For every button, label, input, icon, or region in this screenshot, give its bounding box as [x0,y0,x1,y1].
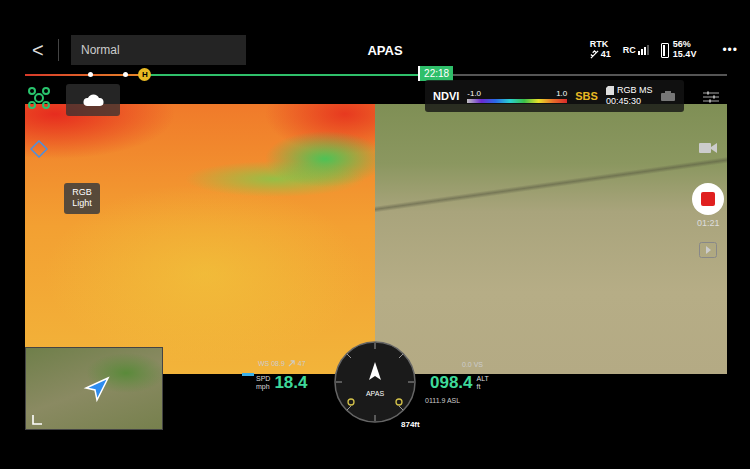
more-button[interactable]: ••• [722,43,738,57]
flight-mode[interactable]: Normal [71,35,246,65]
map-corner-icon[interactable] [31,414,43,426]
signal-bar [644,47,646,55]
compass-dial-icon [333,340,417,424]
compass: APAS [333,340,417,424]
ndvi-legend: NDVI-1.01.0SBSRGB MS00:45:30 [425,80,684,112]
back-button[interactable]: < [32,39,46,62]
timeline-dot [88,72,93,77]
wind-speed: WS 08.947 [258,360,306,367]
record-button[interactable] [692,183,724,215]
display-mode[interactable]: SBS [575,90,598,102]
weather-button[interactable] [66,84,120,116]
flight-screen: < Normal APAS RTK41 RC 56%15.4V ••• H 22:18 RGB L… [0,0,750,469]
camera-view [25,104,727,374]
speed-pointer-icon [242,373,254,376]
rgb-light-button[interactable]: RGB Light [64,183,100,214]
cloud-icon [82,93,104,107]
timeline-dot [123,72,128,77]
mini-map[interactable] [25,347,163,430]
signal-bar [638,51,640,55]
rc-signal: RC [623,45,649,55]
satellite-icon [590,50,599,59]
wind-direction-icon [288,360,295,367]
top-bar: < Normal APAS RTK41 RC 56%15.4V ••• [0,34,750,66]
title: APAS [359,43,410,58]
drone-icon[interactable] [27,86,51,110]
diamond-icon[interactable] [30,140,48,158]
signal-bar [641,49,643,55]
playback-icon[interactable] [699,242,717,258]
altitude-readout: 098.4ALTft [430,373,489,393]
battery-icon [661,43,669,58]
divider [58,39,59,61]
ndvi-frame [25,104,375,374]
aircraft-arrow-icon [82,376,110,404]
camera-icon[interactable] [660,90,676,102]
rtk-status: RTK41 [590,40,611,60]
ndvi-scale [467,99,567,103]
home-marker: H [138,68,151,81]
record-time: 01:21 [697,218,720,228]
rgb-frame [375,104,727,374]
vertical-speed: 0.0 VS [462,361,483,368]
sd-card-icon [606,86,614,95]
settings-icon[interactable] [702,90,720,104]
home-distance: 874ft [401,420,420,429]
speed-readout: SPDmph18.4 [256,373,308,393]
asl-altitude: 0111.9 ASL [425,397,460,404]
signal-bar [647,45,649,55]
battery-status: 56%15.4V [661,40,697,60]
video-camera-icon[interactable] [698,141,718,155]
flight-time: 22:18 [418,66,453,81]
